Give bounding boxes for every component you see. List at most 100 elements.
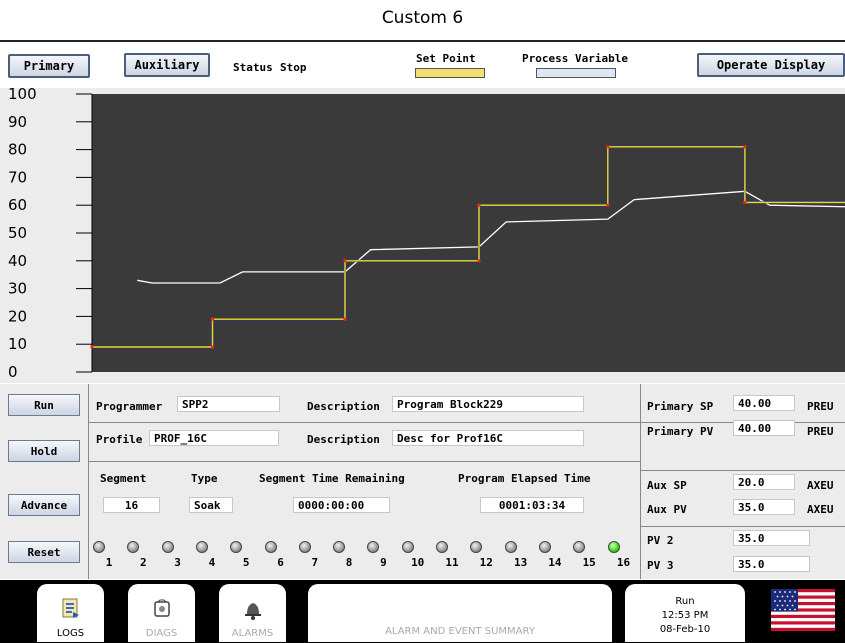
- aux-pv-field: 35.0: [733, 499, 795, 515]
- type-label: Type: [191, 472, 218, 485]
- primary-pv-label: Primary PV: [647, 425, 714, 438]
- aux-sp-field: 20.0: [733, 474, 795, 490]
- set-point-swatch: [415, 68, 485, 78]
- pv2-field: 35.0: [733, 530, 810, 546]
- alarms-tab[interactable]: ALARMS: [219, 584, 286, 642]
- event-led-label: 12: [479, 556, 493, 569]
- event-led: [470, 541, 483, 553]
- y-tick-label: 40: [8, 252, 27, 270]
- event-led-label: 15: [582, 556, 596, 569]
- trend-chart: 0 10 20 30 40 50 60 70 80 90 100: [8, 88, 845, 381]
- event-led-label: 3: [174, 556, 181, 569]
- set-point-marker: [210, 345, 214, 349]
- set-point-marker: [90, 345, 94, 349]
- alarm-event-summary-tab[interactable]: ALARM AND EVENT SUMMARY: [308, 584, 612, 642]
- event-led-label: 7: [311, 556, 319, 569]
- primary-sp-label: Primary SP: [647, 400, 714, 413]
- diags-icon: [153, 599, 170, 617]
- y-tick-label: 100: [8, 88, 37, 103]
- event-led: [264, 541, 277, 553]
- panel-divider: [88, 384, 89, 579]
- event-led-label: 5: [242, 556, 250, 569]
- pv3-label: PV 3: [647, 559, 674, 572]
- event-led: [436, 541, 448, 553]
- y-tick-label: 60: [8, 196, 27, 214]
- segment-time-remaining-field: 0000:00:00: [293, 497, 390, 513]
- description-label: Description: [307, 400, 380, 413]
- programmer-field: SPP2: [177, 396, 280, 412]
- logs-icon: [62, 598, 79, 618]
- panel-divider: [88, 461, 640, 462]
- hold-button[interactable]: Hold: [8, 440, 80, 462]
- event-led: [573, 541, 586, 553]
- set-point-marker: [343, 259, 347, 263]
- operate-display-button[interactable]: Operate Display: [697, 53, 845, 77]
- event-led-label: 9: [380, 556, 387, 569]
- primary-sp-field: 40.00: [733, 395, 795, 411]
- set-point-marker: [477, 259, 481, 263]
- pv2-label: PV 2: [647, 534, 674, 547]
- window-title: Custom 6: [381, 8, 464, 28]
- event-led-label: 13: [513, 556, 528, 569]
- pv3-field: 35.0: [733, 556, 810, 572]
- event-led: [161, 541, 174, 553]
- segment-label: Segment: [100, 472, 147, 485]
- event-led: [93, 541, 105, 553]
- type-field: Soak: [189, 497, 233, 513]
- y-tick-label: 0: [8, 363, 18, 381]
- event-led: [298, 541, 311, 553]
- auxiliary-button[interactable]: Auxiliary: [124, 53, 210, 77]
- program-elapsed-time-field: 0001:03:34: [480, 497, 584, 513]
- y-tick-label: 80: [8, 141, 27, 159]
- set-point-marker: [210, 317, 214, 321]
- profile-description-field: Desc for Prof16C: [392, 430, 584, 446]
- status-label: Status: [233, 61, 273, 74]
- y-tick-label: 10: [8, 335, 27, 353]
- run-button[interactable]: Run: [8, 394, 80, 416]
- primary-sp-unit: PREU: [807, 400, 834, 413]
- event-led: [333, 541, 346, 553]
- logs-label: LOGS: [56, 628, 85, 639]
- bell-icon: [244, 603, 261, 620]
- event-led-label: 11: [445, 556, 459, 569]
- event-led: [607, 541, 620, 553]
- programmer-label: Programmer: [96, 400, 163, 413]
- set-point-marker: [606, 145, 610, 149]
- panel-divider: [640, 384, 641, 579]
- event-led: [504, 541, 517, 553]
- set-point-marker: [606, 203, 610, 207]
- reset-button[interactable]: Reset: [8, 541, 80, 563]
- y-tick-label: 20: [8, 307, 27, 325]
- diags-label: DIAGS: [145, 628, 178, 639]
- panel-divider: [640, 470, 845, 471]
- event-led: [195, 541, 208, 553]
- process-variable-legend-label: Process Variable: [522, 52, 628, 65]
- process-variable-swatch: [536, 68, 616, 78]
- segment-field: 16: [103, 497, 160, 513]
- us-flag-icon[interactable]: [771, 589, 835, 631]
- y-tick-label: 70: [8, 168, 27, 186]
- y-tick-label: 90: [8, 113, 27, 131]
- run-status-panel: Run 12:53 PM 08-Feb-10: [625, 584, 745, 642]
- event-led: [230, 541, 243, 553]
- primary-button[interactable]: Primary: [8, 54, 90, 78]
- event-led-label: 10: [411, 556, 425, 569]
- event-led-label: 4: [208, 556, 216, 569]
- event-led-label: 16: [616, 556, 631, 569]
- toolbar: Primary Auxiliary Status Stop Set Point …: [0, 42, 845, 86]
- alarms-label: ALARMS: [231, 628, 274, 639]
- primary-pv-unit: PREU: [807, 425, 834, 438]
- segment-time-remaining-label: Segment Time Remaining: [259, 472, 405, 485]
- set-point-marker: [477, 203, 481, 207]
- diags-tab[interactable]: DIAGS: [128, 584, 195, 642]
- event-led: [127, 541, 140, 553]
- panel-divider: [88, 422, 845, 423]
- event-led: [538, 541, 551, 553]
- advance-button[interactable]: Advance: [8, 494, 80, 516]
- y-tick-label: 30: [8, 280, 27, 298]
- profile-label: Profile: [96, 433, 143, 446]
- logs-tab[interactable]: LOGS: [37, 584, 104, 642]
- footer-bar: LOGS DIAGS ALARMS ALARM AND EVENT SUMMAR…: [0, 580, 845, 643]
- clock-date: 08-Feb-10: [659, 623, 711, 635]
- aux-pv-label: Aux PV: [647, 503, 687, 516]
